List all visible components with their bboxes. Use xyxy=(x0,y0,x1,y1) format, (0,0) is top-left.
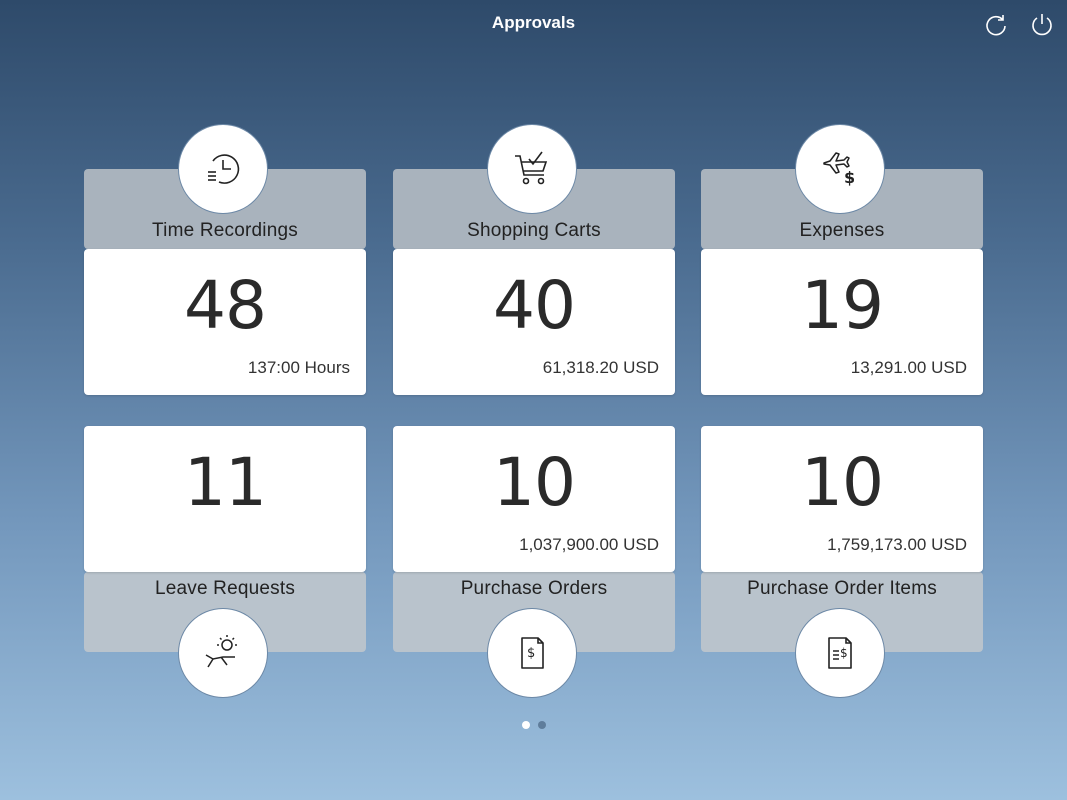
tile-shopping-carts[interactable]: Shopping Carts 40 61,318.20 USD xyxy=(393,127,675,395)
icon-badge xyxy=(490,127,574,211)
page-dot-2[interactable] xyxy=(537,721,546,729)
tile-label: Leave Requests xyxy=(154,578,296,599)
tile-label: Purchase Order Items xyxy=(747,578,937,599)
tile-subtitle: 137:00 Hours xyxy=(247,358,350,377)
tile-label: Purchase Orders xyxy=(460,578,608,599)
tile-purchase-order-items[interactable]: Purchase Order Items 10 1,759,173.00 USD… xyxy=(701,426,983,695)
tile-count: 10 xyxy=(801,444,884,521)
tile-card: 11 xyxy=(84,426,366,572)
icon-badge: $ xyxy=(490,611,574,695)
page-title: Approvals xyxy=(491,13,576,32)
logout-button[interactable] xyxy=(1029,12,1055,38)
tile-count: 10 xyxy=(493,444,576,521)
tile-subtitle: 1,037,900.00 USD xyxy=(519,535,659,554)
tile-subtitle: 1,759,173.00 USD xyxy=(827,535,967,554)
tile-count: 11 xyxy=(184,444,267,521)
svg-text:$: $ xyxy=(527,646,535,661)
page-dot-1[interactable] xyxy=(521,721,530,729)
tile-time-recordings[interactable]: Time Recordings 48 137:00 Hours xyxy=(84,127,366,395)
tile-label: Shopping Carts xyxy=(467,220,601,241)
tile-count: 19 xyxy=(801,267,884,344)
tile-card: 40 61,318.20 USD xyxy=(393,249,675,395)
tile-count: 48 xyxy=(184,267,267,344)
purchase-order-icon: $ xyxy=(521,637,544,669)
tile-card: 10 1,037,900.00 USD xyxy=(393,426,675,572)
time-entry-icon xyxy=(208,154,240,184)
power-icon xyxy=(1032,14,1052,36)
tile-label: Time Recordings xyxy=(152,220,298,241)
tile-subtitle: 13,291.00 USD xyxy=(850,358,967,377)
tile-leave-requests[interactable]: Leave Requests 11 xyxy=(84,426,366,695)
tile-card: 10 1,759,173.00 USD xyxy=(701,426,983,572)
refresh-button[interactable] xyxy=(983,12,1009,38)
travel-expense-icon: $ xyxy=(823,152,855,187)
tile-label: Expenses xyxy=(799,220,885,241)
cart-approval-icon xyxy=(515,151,548,185)
icon-badge xyxy=(181,127,265,211)
tile-card: 19 13,291.00 USD xyxy=(701,249,983,395)
tile-subtitle: 61,318.20 USD xyxy=(542,358,659,377)
tile-card: 48 137:00 Hours xyxy=(84,249,366,395)
tile-purchase-orders[interactable]: Purchase Orders 10 1,037,900.00 USD $ xyxy=(393,426,675,695)
icon-badge xyxy=(181,611,265,695)
tile-expenses[interactable]: Expenses 19 13,291.00 USD $ xyxy=(701,127,983,395)
svg-text:$: $ xyxy=(844,168,855,187)
icon-badge: $ xyxy=(798,127,882,211)
refresh-icon xyxy=(986,15,1006,36)
purchase-order-items-icon: $ xyxy=(828,637,852,669)
page-indicator[interactable] xyxy=(0,721,1067,729)
leave-request-icon xyxy=(205,635,237,668)
tile-count: 40 xyxy=(493,267,576,344)
svg-text:$: $ xyxy=(840,646,848,660)
icon-badge: $ xyxy=(798,611,882,695)
